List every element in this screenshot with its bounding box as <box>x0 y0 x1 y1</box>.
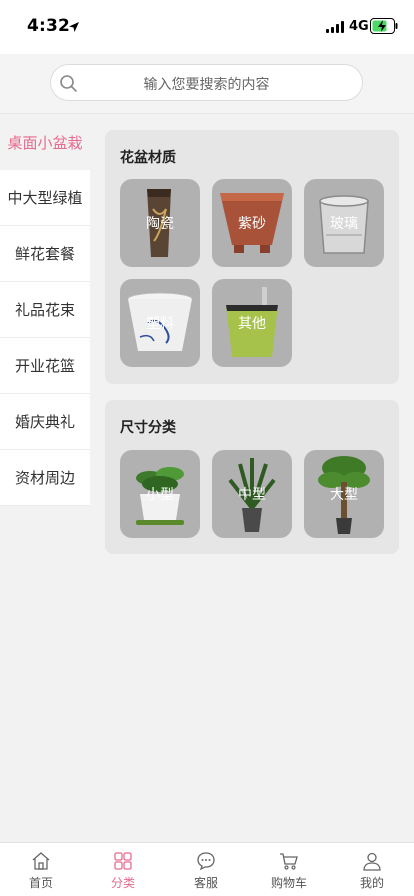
search-header: 输入您要搜索的内容 <box>0 54 414 114</box>
tile-label: 玻璃 <box>330 216 358 232</box>
category-tile-glass[interactable]: 玻璃 <box>304 179 384 267</box>
tab-category[interactable]: 分类 <box>82 843 164 896</box>
section-title: 尺寸分类 <box>120 420 176 436</box>
category-tile-large[interactable]: 大型 <box>304 450 384 538</box>
chat-icon <box>197 852 215 871</box>
tab-customer-service[interactable]: 客服 <box>165 843 247 896</box>
sidebar-item-wedding[interactable]: 婚庆典礼 <box>0 394 90 450</box>
tile-label: 小型 <box>146 487 174 503</box>
sidebar-item-opening-baskets[interactable]: 开业花篮 <box>0 338 90 394</box>
sidebar-item-desktop-bonsai[interactable]: 桌面小盆栽 <box>0 114 90 170</box>
battery-charging-icon <box>370 18 398 34</box>
sidebar-item-supplies[interactable]: 资材周边 <box>0 450 90 506</box>
tile-label: 紫砂 <box>238 216 266 232</box>
status-time: 4:32 <box>27 16 71 36</box>
category-sidebar: 桌面小盆栽 中大型绿植 鲜花套餐 礼品花束 开业花篮 婚庆典礼 资材周边 <box>0 114 90 842</box>
tile-label: 塑料 <box>146 316 174 332</box>
category-tile-medium[interactable]: 中型 <box>212 450 292 538</box>
category-icon <box>114 852 132 870</box>
search-input[interactable]: 输入您要搜索的内容 <box>50 64 363 101</box>
user-icon <box>363 852 381 871</box>
network-label: 4G <box>349 19 369 34</box>
category-tile-clay[interactable]: 紫砂 <box>212 179 292 267</box>
sidebar-item-flower-sets[interactable]: 鲜花套餐 <box>0 226 90 282</box>
size-section: 尺寸分类 小型 中型 大型 <box>105 400 399 554</box>
category-tile-plastic[interactable]: 塑料 <box>120 279 200 367</box>
tile-label: 陶瓷 <box>146 216 174 232</box>
location-arrow-icon <box>69 22 79 32</box>
material-section: 花盆材质 陶瓷 紫砂 玻璃 塑料 其他 <box>105 130 399 384</box>
tile-label: 其他 <box>238 316 266 332</box>
search-placeholder: 输入您要搜索的内容 <box>143 77 270 93</box>
bottom-tab-bar: 首页 分类 客服 购物车 我的 <box>0 842 414 896</box>
tab-home[interactable]: 首页 <box>0 843 82 896</box>
home-icon <box>32 852 50 870</box>
tab-cart[interactable]: 购物车 <box>248 843 330 896</box>
cart-icon <box>280 853 298 870</box>
sidebar-item-large-plants[interactable]: 中大型绿植 <box>0 170 90 226</box>
category-tile-small[interactable]: 小型 <box>120 450 200 538</box>
sidebar-item-gift-bouquets[interactable]: 礼品花束 <box>0 282 90 338</box>
tile-label: 大型 <box>330 487 358 503</box>
tab-profile[interactable]: 我的 <box>331 843 413 896</box>
category-tile-ceramic[interactable]: 陶瓷 <box>120 179 200 267</box>
status-bar: 4:32 4G <box>0 0 414 54</box>
tile-label: 中型 <box>238 487 266 503</box>
signal-icon <box>326 21 344 33</box>
section-title: 花盆材质 <box>120 150 176 166</box>
category-tile-other[interactable]: 其他 <box>212 279 292 367</box>
